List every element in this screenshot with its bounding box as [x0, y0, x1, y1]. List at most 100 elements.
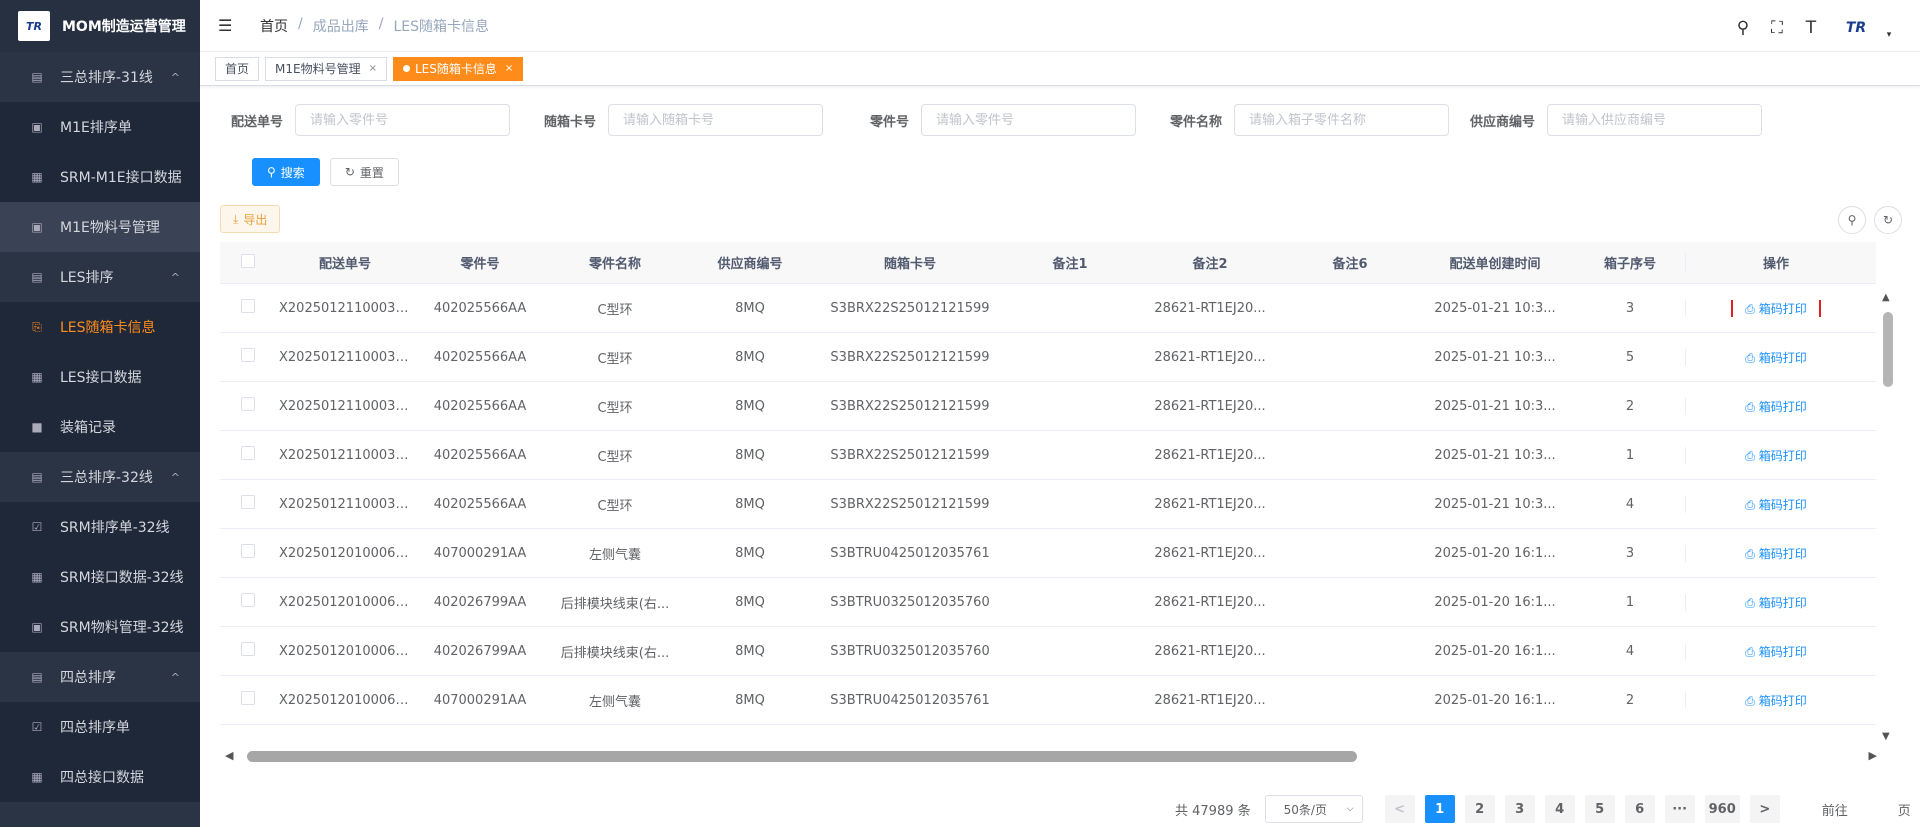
close-icon[interactable]: ×	[369, 63, 377, 74]
toggle-search-icon[interactable]: ⚲	[1838, 206, 1866, 234]
table-cell: S3BRX22S25012121599	[830, 447, 990, 463]
row-checkbox[interactable]	[240, 299, 255, 313]
delivery-no-input[interactable]	[295, 104, 510, 136]
table-cell: 402025566AA	[433, 398, 527, 414]
caret-down-icon[interactable]: ▾	[1878, 24, 1900, 46]
box-code-print-button[interactable]: ⎙ 箱码打印	[1731, 299, 1821, 317]
chevron-up-icon: ^	[170, 470, 180, 484]
goto-label: 前往	[1821, 803, 1848, 819]
page-number-button[interactable]: 3	[1504, 795, 1535, 823]
prev-page-button[interactable]: <	[1384, 795, 1415, 823]
tag-home[interactable]: 首页	[215, 56, 260, 81]
search-icon: ⚲	[267, 165, 276, 179]
page-number-button[interactable]: 960	[1704, 795, 1740, 823]
table-cell: 28621-RT1EJ20...	[1154, 300, 1266, 316]
sidebar-item[interactable]: ▤ 三总排序-31线 ^	[0, 52, 200, 102]
table-cell: S3BRX22S25012121599	[830, 398, 990, 414]
close-icon[interactable]: ×	[505, 63, 513, 74]
breadcrumb-sep: /	[378, 15, 384, 32]
scroll-up-icon[interactable]: ▲	[1882, 292, 1890, 303]
scroll-down-icon[interactable]: ▼	[1882, 731, 1890, 742]
box-code-print-button[interactable]: ⎙ 箱码打印	[1745, 498, 1806, 512]
font-size-icon[interactable]: T	[1800, 17, 1822, 39]
breadcrumb-home[interactable]: 首页	[260, 16, 288, 36]
page-number-button[interactable]: 4	[1544, 795, 1575, 823]
table-cell: X2025012010006653	[279, 692, 415, 708]
menu-toggle-icon[interactable]: ☰	[218, 16, 238, 35]
sidebar-item[interactable]: ▦ SRM-M1E接口数据	[0, 152, 200, 202]
page-number-button[interactable]: 5	[1584, 795, 1615, 823]
field-label: 供应商编号	[1469, 114, 1535, 130]
sidebar-item[interactable]: ▣ M1E排序单	[0, 102, 200, 152]
table-cell: S3BTRU0425012035761	[830, 545, 990, 561]
export-button[interactable]: ⤓ 导出	[220, 205, 281, 233]
sidebar-item[interactable]: ■ 装箱记录	[0, 402, 200, 452]
tag-les-card[interactable]: LES随箱卡信息 ×	[392, 56, 524, 81]
sidebar-item[interactable]: ▤ LES排序 ^	[0, 252, 200, 302]
row-checkbox[interactable]	[240, 495, 255, 509]
table-cell: 8MQ	[735, 545, 765, 561]
row-checkbox[interactable]	[240, 397, 255, 411]
box-code-print-button[interactable]: ⎙ 箱码打印	[1745, 400, 1806, 414]
sidebar-item[interactable]: ☑ SRM排序单-32线	[0, 502, 200, 552]
sidebar-item[interactable]: ▦ 四总接口数据	[0, 752, 200, 802]
scroll-thumb[interactable]	[247, 751, 1357, 762]
vertical-scrollbar[interactable]: ▲ ▼	[1880, 292, 1896, 742]
sidebar-item[interactable]: ☑ 四总排序单	[0, 702, 200, 752]
scroll-right-icon[interactable]: ▶	[1869, 749, 1877, 762]
table-cell: 8MQ	[735, 447, 765, 463]
tag-m1e-material[interactable]: M1E物料号管理 ×	[265, 56, 387, 81]
table-cell: S3BTRU0325012035760	[830, 594, 990, 610]
sidebar-item[interactable]: ▣ M1E物料号管理	[0, 202, 200, 252]
box-code-print-button[interactable]: ⎙ 箱码打印	[1745, 596, 1806, 610]
table-row: X2025012010006653 402026799AA 后排模块线束(右... 8…	[220, 578, 1876, 627]
box-code-print-button[interactable]: ⎙ 箱码打印	[1745, 449, 1806, 463]
row-checkbox[interactable]	[240, 691, 255, 705]
sidebar-item-label: 三总排序-31线	[60, 70, 153, 86]
row-checkbox[interactable]	[240, 642, 255, 656]
reset-button[interactable]: ↻ 重置	[329, 158, 399, 186]
sidebar-item[interactable]: ▣ SRM物料管理-32线	[0, 602, 200, 652]
horizontal-scrollbar[interactable]: ◀ ▶	[225, 748, 1877, 764]
page-number-button[interactable]: 2	[1464, 795, 1495, 823]
box-code-print-button[interactable]: ⎙ 箱码打印	[1745, 351, 1806, 365]
box-code-print-button[interactable]: ⎙ 箱码打印	[1745, 645, 1806, 659]
sidebar-item[interactable]: ▦ LES接口数据	[0, 352, 200, 402]
folder-icon: ▤	[31, 270, 43, 284]
row-checkbox[interactable]	[240, 446, 255, 460]
select-all-checkbox[interactable]	[240, 253, 255, 268]
sidebar-item-label: LES随箱卡信息	[60, 320, 156, 336]
folder-icon: ▤	[31, 70, 43, 84]
sidebar-item[interactable]: ▤ 三总排序-32线 ^	[0, 452, 200, 502]
sidebar-item[interactable]: ⎘ LES随箱卡信息	[0, 302, 200, 352]
supplier-no-input[interactable]	[1547, 104, 1762, 136]
printer-icon: ⎙	[1745, 301, 1759, 316]
page-number-button[interactable]: ···	[1664, 795, 1695, 823]
box-code-print-button[interactable]: ⎙ 箱码打印	[1745, 547, 1806, 561]
part-no-input[interactable]	[921, 104, 1136, 136]
refresh-icon[interactable]: ↻	[1874, 206, 1902, 234]
avatar[interactable]: TR	[1836, 13, 1876, 43]
column-header: 随箱卡号	[883, 257, 936, 272]
part-name-input[interactable]	[1234, 104, 1449, 136]
scroll-left-icon[interactable]: ◀	[225, 749, 233, 762]
next-page-button[interactable]: >	[1749, 795, 1780, 823]
page-number-button[interactable]: 6	[1624, 795, 1655, 823]
sidebar-item[interactable]: ▦ SRM接口数据-32线	[0, 552, 200, 602]
sidebar-item-label: SRM-M1E接口数据	[60, 170, 182, 186]
row-checkbox[interactable]	[240, 348, 255, 362]
row-checkbox[interactable]	[240, 544, 255, 558]
fullscreen-icon[interactable]: ⛶	[1766, 17, 1788, 39]
card-no-input[interactable]	[608, 104, 823, 136]
table-cell: C型环	[597, 302, 633, 318]
box-code-print-button[interactable]: ⎙ 箱码打印	[1745, 694, 1806, 708]
row-checkbox[interactable]	[240, 593, 255, 607]
scroll-thumb[interactable]	[1883, 312, 1893, 387]
page-number-button[interactable]: 1	[1424, 795, 1455, 823]
sidebar-item[interactable]: ▤ 四总排序 ^	[0, 652, 200, 702]
search-button[interactable]: ⚲ 搜索	[252, 158, 320, 186]
check-icon: ☑	[31, 720, 43, 734]
search-icon[interactable]: ⚲	[1732, 17, 1754, 39]
table-cell: S3BRX22S25012121599	[830, 300, 990, 316]
page-size-select[interactable]: 50条/页 ⌵	[1264, 795, 1363, 823]
